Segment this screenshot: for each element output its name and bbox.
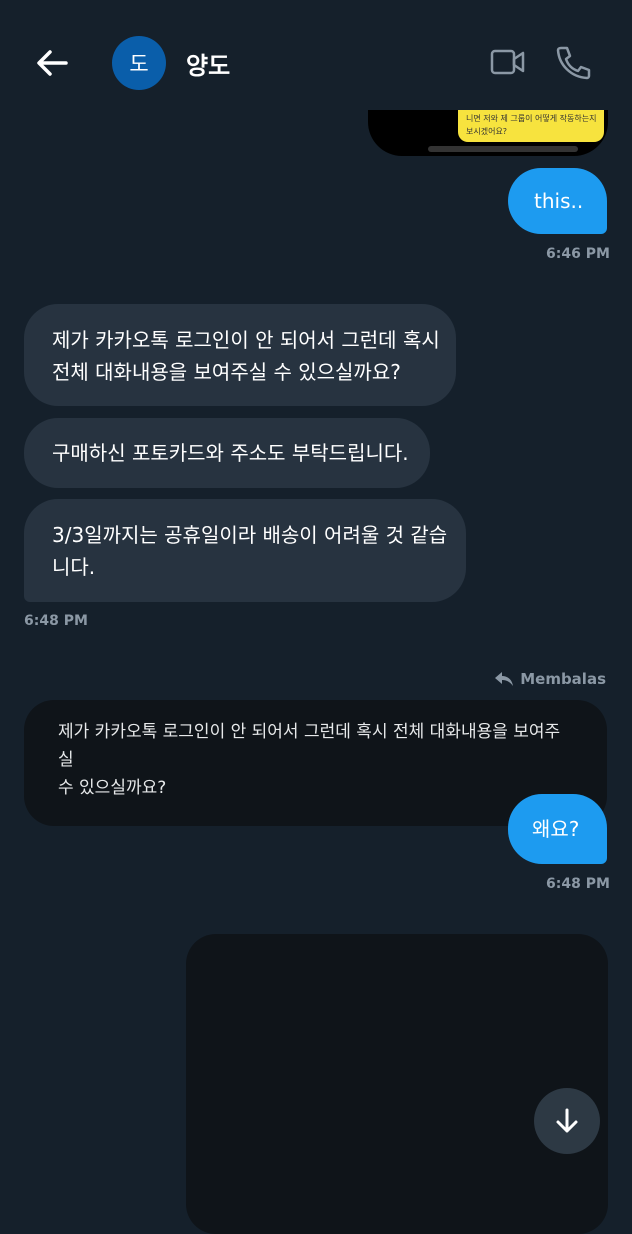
back-button[interactable] bbox=[30, 42, 76, 84]
incoming-message[interactable]: 3/3일까지는 공휴일이라 배송이 어려울 것 같습 니다. bbox=[24, 499, 466, 602]
arrow-down-icon bbox=[556, 1108, 578, 1133]
message-text: 구매하신 포토카드와 주소도 부탁드립니다. bbox=[52, 441, 409, 465]
phone-call-icon bbox=[556, 46, 591, 80]
contact-name[interactable]: 양도 bbox=[186, 46, 230, 81]
shared-image-bottom[interactable] bbox=[186, 934, 608, 1234]
reply-arrow-icon bbox=[495, 672, 514, 686]
message-text-line: 제가 카카오톡 로그인이 안 되어서 그런데 혹시 bbox=[52, 328, 440, 352]
message-text-line: 니다. bbox=[52, 555, 96, 579]
reply-label: Membalas bbox=[520, 670, 606, 688]
video-call-icon bbox=[490, 49, 525, 75]
quoted-text-line: 제가 카카오톡 로그인이 안 되어서 그런데 혹시 전체 대화내용을 보여주실 bbox=[58, 722, 561, 770]
message-text-line: 3/3일까지는 공휴일이라 배송이 어려울 것 같습 bbox=[52, 523, 448, 547]
image-strip bbox=[428, 146, 578, 152]
outgoing-message[interactable]: 왜요? bbox=[508, 794, 607, 864]
reply-indicator: Membalas bbox=[494, 670, 606, 688]
scroll-to-bottom-button[interactable] bbox=[534, 1088, 600, 1154]
avatar-initial: 도 bbox=[129, 52, 149, 76]
timestamp: 6:48 PM bbox=[24, 613, 88, 629]
timestamp: 6:46 PM bbox=[546, 246, 610, 262]
avatar[interactable]: 도 bbox=[112, 36, 166, 90]
quoted-text-line: 수 있으실까요? bbox=[58, 778, 167, 798]
chat-header: 도 양도 bbox=[0, 0, 632, 110]
video-call-button[interactable] bbox=[488, 44, 528, 80]
incoming-message[interactable]: 구매하신 포토카드와 주소도 부탁드립니다. bbox=[24, 418, 430, 488]
outgoing-message[interactable]: this.. bbox=[508, 168, 607, 234]
message-text-line: 전체 대화내용을 보여주실 수 있으실까요? bbox=[52, 360, 401, 384]
phone-call-button[interactable] bbox=[552, 44, 592, 80]
timestamp: 6:48 PM bbox=[546, 876, 610, 892]
message-text: this.. bbox=[534, 189, 584, 213]
back-arrow-icon bbox=[37, 50, 68, 76]
message-text: 왜요? bbox=[532, 817, 580, 841]
incoming-message[interactable]: 제가 카카오톡 로그인이 안 되어서 그런데 혹시 전체 대화내용을 보여주실 … bbox=[24, 304, 456, 406]
